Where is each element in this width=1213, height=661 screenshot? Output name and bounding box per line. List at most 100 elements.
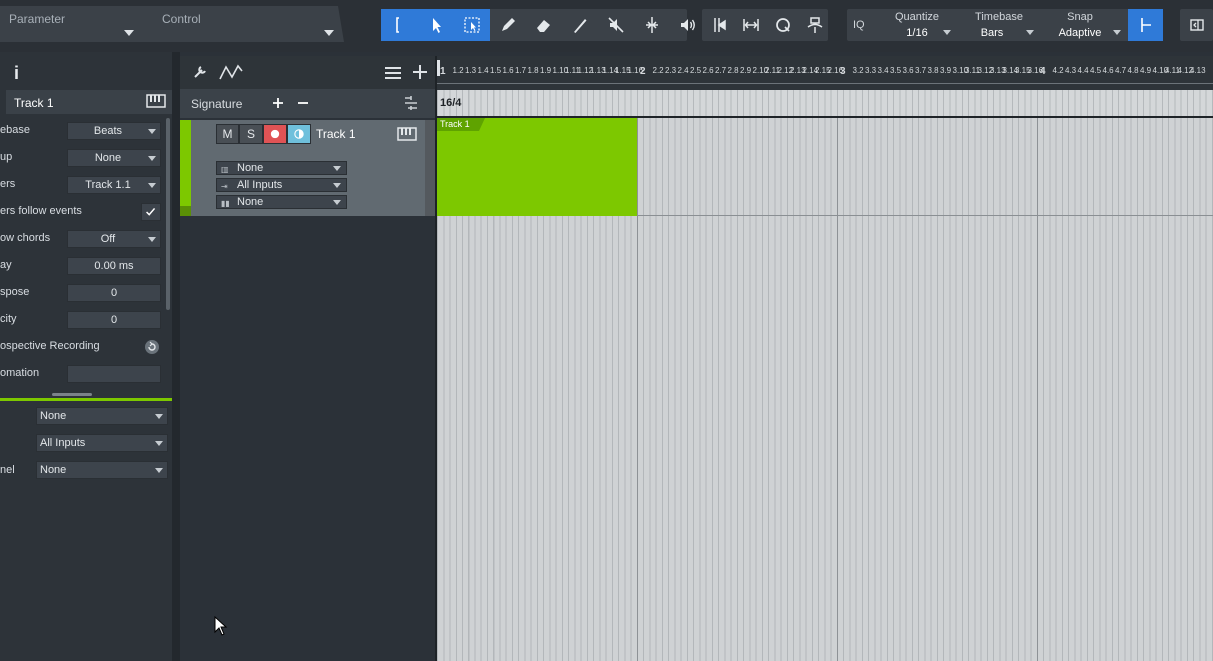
- mute-button[interactable]: M: [216, 124, 239, 144]
- ruler-tick-label: 1.6: [502, 66, 514, 75]
- transpose-field[interactable]: 0: [67, 284, 161, 302]
- input-select[interactable]: All Inputs: [36, 434, 168, 452]
- ruler-tick-label: 4.2: [1052, 66, 1064, 75]
- ruler-tick-label: 3.3: [865, 66, 877, 75]
- track-1-clip[interactable]: Track 1: [437, 118, 637, 216]
- track-input-value: All Inputs: [237, 179, 283, 191]
- paint-tool[interactable]: [562, 9, 598, 41]
- ruler-baseline: [437, 83, 1213, 84]
- chevron-down-icon: [148, 129, 156, 134]
- ruler-tick-label: 3.6: [902, 66, 914, 75]
- signature-value[interactable]: 16/4: [440, 97, 461, 109]
- pencil-tool[interactable]: [490, 9, 526, 41]
- panel-toggle-button[interactable]: [1180, 9, 1213, 41]
- quantize-tool[interactable]: [765, 9, 801, 41]
- split-tool[interactable]: [634, 9, 670, 41]
- delay-field[interactable]: 0.00 ms: [67, 257, 161, 275]
- ruler-tick-label: 2.5: [690, 66, 702, 75]
- iq-label[interactable]: IQ: [853, 19, 865, 31]
- edit-action-group: [702, 9, 828, 41]
- control-dropdown-icon[interactable]: [324, 30, 334, 36]
- retrospective-record-icon[interactable]: [144, 339, 160, 355]
- follow-chords-select[interactable]: Off: [67, 230, 161, 248]
- track-input-select[interactable]: ⇥ All Inputs: [216, 178, 347, 192]
- mute-tool[interactable]: [598, 9, 634, 41]
- snap-dropdown-icon[interactable]: [1113, 30, 1121, 35]
- timebase-dropdown-icon[interactable]: [1026, 30, 1034, 35]
- stretch-tool[interactable]: [733, 9, 769, 41]
- arrow-tool[interactable]: [419, 9, 455, 41]
- track-name[interactable]: Track 1: [316, 127, 356, 141]
- resize-handle[interactable]: [52, 393, 92, 396]
- add-track-icon[interactable]: [412, 64, 428, 80]
- autoscroll-icon: [807, 17, 823, 33]
- channel-select[interactable]: None: [36, 461, 168, 479]
- autoscroll-tool[interactable]: [797, 9, 833, 41]
- ruler-tick-label: 4.9: [1140, 66, 1152, 75]
- inspector-label-layers-follow: ers follow events: [0, 205, 82, 217]
- group-select[interactable]: None: [67, 149, 161, 167]
- range-bracket-tool[interactable]: [383, 9, 419, 41]
- eraser-tool[interactable]: [526, 9, 562, 41]
- track-automation-toggle[interactable]: [180, 206, 191, 216]
- inspector-label-layers: ers: [0, 178, 16, 190]
- ruler-tick-label: 3: [840, 66, 846, 77]
- ruler-tick-label: 3.2: [852, 66, 864, 75]
- mute-speaker-icon: [608, 17, 624, 33]
- chevron-down-icon: [148, 237, 156, 242]
- range-tool[interactable]: [454, 9, 490, 41]
- quantize-label: Quantize: [894, 11, 940, 23]
- signature-settings-icon[interactable]: [402, 95, 420, 111]
- listen-tool[interactable]: [670, 9, 706, 41]
- track-channel-select[interactable]: ▮▮ None: [216, 195, 347, 209]
- layers-select-value: Track 1.1: [85, 179, 131, 191]
- follow-chords-value: Off: [100, 233, 116, 245]
- record-arm-button[interactable]: [263, 124, 287, 144]
- inspector-track-name[interactable]: Track 1: [14, 96, 54, 110]
- parameter-dropdown-icon[interactable]: [124, 30, 134, 36]
- channel-select-value: None: [40, 464, 67, 476]
- chevron-down-icon: [148, 183, 156, 188]
- track-output-select[interactable]: ▥ None: [216, 161, 347, 175]
- automation-field[interactable]: [67, 365, 161, 383]
- add-signature-icon[interactable]: [272, 97, 284, 109]
- inspector-section-divider: [0, 398, 172, 401]
- track-color-bar[interactable]: [180, 120, 191, 216]
- ruler-tick-label: 2.2: [652, 66, 664, 75]
- ruler-tick-label: 4.5: [1090, 66, 1102, 75]
- group-select-value: None: [94, 152, 122, 164]
- velocity-field[interactable]: 0: [67, 311, 161, 329]
- automation-curve-icon[interactable]: [218, 63, 244, 81]
- remove-signature-icon[interactable]: [297, 97, 309, 109]
- signature-track-lane[interactable]: 16/4: [437, 90, 1213, 116]
- timebase-select-value: Beats: [93, 125, 123, 137]
- track-list-menu-icon[interactable]: [384, 66, 402, 80]
- chevron-down-icon: [155, 468, 163, 473]
- layers-follow-checkbox[interactable]: [141, 203, 161, 221]
- info-icon[interactable]: i: [14, 63, 19, 84]
- inspector-label-velocity: city: [0, 313, 17, 325]
- inspector-label-follow-chords: ow chords: [0, 232, 51, 244]
- inspector-scrollbar[interactable]: [166, 118, 170, 310]
- track-channel-value: None: [237, 196, 264, 208]
- output-select[interactable]: None: [36, 407, 168, 425]
- timebase-value[interactable]: Bars: [971, 27, 1013, 39]
- monitor-button[interactable]: [287, 124, 311, 144]
- paint-icon: [574, 19, 587, 33]
- quantize-value[interactable]: 1/16: [893, 27, 941, 39]
- wrench-icon[interactable]: [192, 64, 208, 80]
- quantize-dropdown-icon[interactable]: [943, 30, 951, 35]
- panel-splitter[interactable]: [172, 52, 180, 661]
- instrument-keyboard-icon[interactable]: [397, 127, 417, 141]
- eraser-icon: [537, 20, 550, 32]
- record-dot-icon: [270, 129, 280, 139]
- inspector-label-automation: omation: [0, 367, 40, 379]
- solo-button[interactable]: S: [239, 124, 263, 144]
- chevron-down-icon: [333, 200, 341, 205]
- snap-value[interactable]: Adaptive: [1049, 27, 1111, 39]
- inspector-label-channel: nel: [0, 464, 15, 476]
- layers-select[interactable]: Track 1.1: [67, 176, 161, 194]
- track-output-value: None: [237, 162, 264, 174]
- timebase-select[interactable]: Beats: [67, 122, 161, 140]
- snap-toggle-button[interactable]: [1128, 9, 1163, 41]
